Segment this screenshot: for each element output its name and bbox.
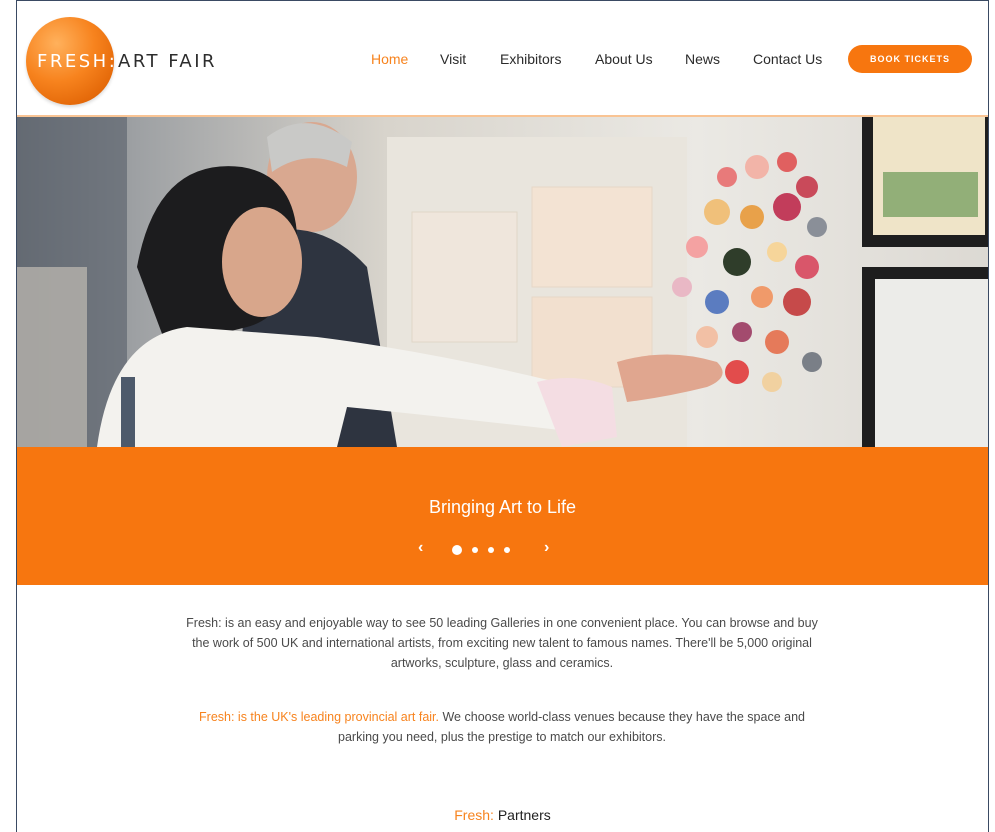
hero-illustration [17,117,988,447]
slider-next-button[interactable]: › [544,539,549,557]
hero-tagline: Bringing Art to Life [428,497,577,517]
site-header: FRESH: ART FAIR Home Visit Exhibitors Ab… [17,1,988,117]
logo-fresh-text: FRESH: [37,51,118,72]
nav-contact-us[interactable]: Contact Us [753,51,822,67]
partners-label: Partners [493,807,551,823]
nav-news[interactable]: News [685,51,720,67]
slider-dot-2[interactable] [472,547,478,553]
intro-paragraph: Fresh: is an easy and enjoyable way to s… [186,616,818,670]
slider-dot-4[interactable] [504,547,510,553]
slider-dots [452,545,510,555]
nav-visit[interactable]: Visit [440,51,466,67]
highlight-text: Fresh: is the UK's leading provincial ar… [199,710,440,724]
hero-image [17,117,988,447]
slider-dot-1[interactable] [452,545,462,555]
slider-dot-3[interactable] [488,547,494,553]
partners-prefix: Fresh: [454,807,494,823]
hero-banner: Bringing Art to Life ‹ › [17,447,988,585]
nav-home[interactable]: Home [371,51,408,67]
highlight-paragraph: Fresh: is the UK's leading provincial ar… [177,707,827,747]
partners-heading: Fresh: Partners [17,807,988,823]
book-tickets-button[interactable]: BOOK TICKETS [848,45,972,73]
nav-exhibitors[interactable]: Exhibitors [500,51,561,67]
slider-prev-button[interactable]: ‹ [418,539,423,557]
page-frame: FRESH: ART FAIR Home Visit Exhibitors Ab… [16,0,989,832]
logo-art-fair-text: ART FAIR [118,51,218,72]
nav-about-us[interactable]: About Us [595,51,653,67]
